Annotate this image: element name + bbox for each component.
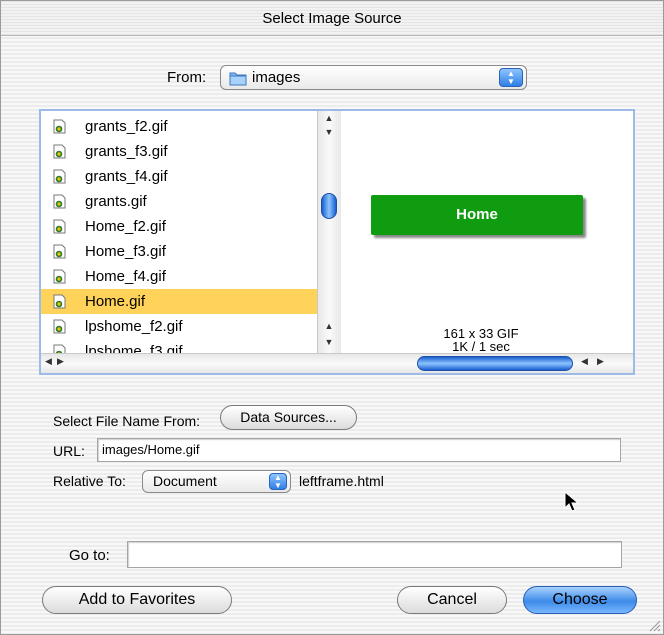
- scroll-right-arrow-icon[interactable]: ▶: [57, 356, 64, 367]
- scroll-left-arrow-icon[interactable]: ◀: [581, 356, 588, 367]
- file-item[interactable]: Home_f3.gif: [41, 239, 317, 264]
- gif-file-icon: [53, 194, 66, 209]
- gif-file-icon: [53, 219, 66, 234]
- file-item[interactable]: grants_f4.gif: [41, 164, 317, 189]
- file-item[interactable]: Home_f2.gif: [41, 214, 317, 239]
- file-item[interactable]: grants_f3.gif: [41, 139, 317, 164]
- gif-file-icon: [53, 169, 66, 184]
- relative-to-value: Document: [153, 473, 217, 489]
- scroll-left-arrow-icon[interactable]: ◀: [45, 356, 52, 367]
- scroll-down-arrow-icon[interactable]: ▼: [318, 127, 340, 137]
- relative-to-label: Relative To:: [53, 473, 126, 489]
- from-folder-name: images: [252, 69, 301, 86]
- image-preview: Home: [371, 195, 583, 235]
- select-image-source-dialog: Select Image Source From: images ▲ ▼ gran…: [0, 0, 664, 635]
- go-to-field[interactable]: [127, 541, 622, 568]
- scroll-up-arrow-icon[interactable]: ▲: [318, 113, 340, 123]
- file-name: Home_f4.gif: [85, 268, 166, 285]
- file-item[interactable]: grants.gif: [41, 189, 317, 214]
- browser-horizontal-scrollbar[interactable]: ◀ ▶ ◀ ▶: [41, 353, 633, 373]
- file-name: Home_f2.gif: [85, 218, 166, 235]
- file-list[interactable]: grants_f2.gif grants_f3.gif grants_f4.gi…: [41, 111, 317, 353]
- popup-arrows-icon: ▲ ▼: [499, 68, 523, 87]
- mouse-pointer-icon: [564, 491, 580, 512]
- file-name: lpshome_f3.gif: [85, 343, 183, 353]
- gif-file-icon: [53, 294, 66, 309]
- select-file-name-label: Select File Name From:: [53, 413, 201, 429]
- file-name: Home_f3.gif: [85, 243, 166, 260]
- data-sources-button[interactable]: Data Sources...: [220, 405, 357, 430]
- scroll-down-arrow-icon[interactable]: ▼: [318, 337, 340, 347]
- relative-file-name: leftframe.html: [299, 473, 384, 489]
- choose-button[interactable]: Choose: [523, 586, 637, 614]
- popup-arrows-icon: ▲ ▼: [269, 473, 287, 490]
- file-item[interactable]: lpshome_f2.gif: [41, 314, 317, 339]
- add-to-favorites-button[interactable]: Add to Favorites: [42, 586, 232, 614]
- title-bar[interactable]: Select Image Source: [1, 1, 663, 36]
- file-item-selected[interactable]: Home.gif: [41, 289, 317, 314]
- gif-file-icon: [53, 244, 66, 259]
- scroll-up-arrow-icon[interactable]: ▲: [318, 321, 340, 331]
- file-name: grants_f3.gif: [85, 143, 168, 160]
- url-field[interactable]: images/Home.gif: [97, 438, 621, 462]
- url-label: URL:: [53, 443, 85, 459]
- scroll-thumb[interactable]: [321, 193, 337, 219]
- horizontal-scroll-thumb[interactable]: [417, 356, 573, 371]
- image-info: 161 x 33 GIF 1K / 1 sec: [381, 327, 581, 353]
- cancel-button[interactable]: Cancel: [397, 586, 507, 614]
- folder-icon: [229, 72, 247, 86]
- file-item[interactable]: lpshome_f3.gif: [41, 339, 317, 353]
- go-to-label: Go to:: [69, 547, 110, 564]
- from-folder-popup[interactable]: images ▲ ▼: [220, 65, 527, 90]
- file-name: grants.gif: [85, 193, 147, 210]
- window-title: Select Image Source: [262, 10, 402, 27]
- file-item[interactable]: Home_f4.gif: [41, 264, 317, 289]
- file-browser: grants_f2.gif grants_f3.gif grants_f4.gi…: [39, 109, 635, 375]
- from-label: From:: [167, 69, 207, 86]
- file-item[interactable]: grants_f2.gif: [41, 114, 317, 139]
- file-list-scrollbar[interactable]: ▲ ▼ ▲ ▼: [317, 111, 341, 353]
- gif-file-icon: [53, 119, 66, 134]
- gif-file-icon: [53, 144, 66, 159]
- image-size: 1K / 1 sec: [452, 339, 510, 354]
- gif-file-icon: [53, 319, 66, 334]
- file-name: grants_f4.gif: [85, 168, 168, 185]
- resize-grip-icon[interactable]: [647, 618, 661, 632]
- file-name: grants_f2.gif: [85, 118, 168, 135]
- file-name: Home.gif: [85, 293, 146, 310]
- file-name: lpshome_f2.gif: [85, 318, 183, 335]
- gif-file-icon: [53, 269, 66, 284]
- relative-to-popup[interactable]: Document ▲ ▼: [142, 470, 291, 493]
- gif-file-icon: [53, 344, 66, 353]
- scroll-right-arrow-icon[interactable]: ▶: [597, 356, 604, 367]
